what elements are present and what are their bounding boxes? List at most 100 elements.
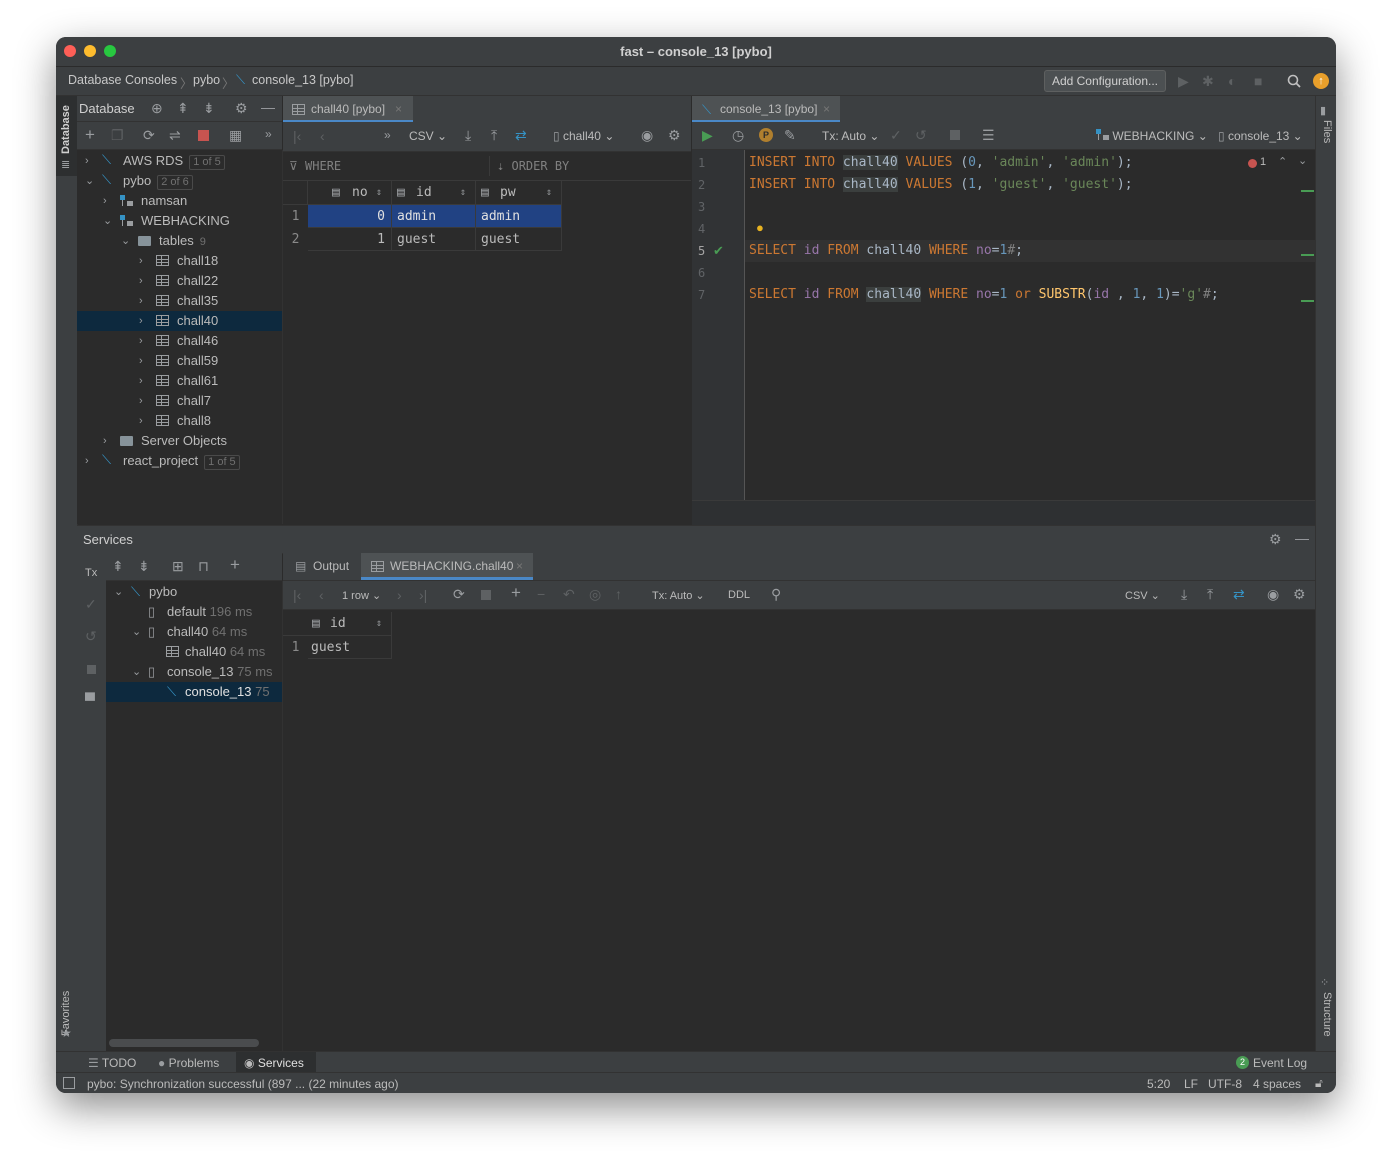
structure-tool-label[interactable]: Structure xyxy=(1321,992,1333,1037)
database-tool-label[interactable]: Database xyxy=(60,105,72,154)
chevron-right-icon[interactable]: › xyxy=(85,451,89,471)
download-icon[interactable]: ⤓ xyxy=(465,128,471,142)
rollback-icon[interactable]: ↺ xyxy=(85,629,97,643)
gear-icon[interactable]: ⚙ xyxy=(1269,532,1282,546)
services-tool-tab[interactable]: ◉ Services xyxy=(236,1052,316,1073)
error-count[interactable]: 1 xyxy=(1260,156,1266,168)
tree-item-chall22[interactable]: › chall22 xyxy=(77,271,282,291)
tab-webhacking-chall40[interactable]: WEBHACKING.chall40 × xyxy=(361,553,533,580)
submit-icon[interactable]: ↑ xyxy=(615,587,622,601)
order-by-filter[interactable]: ⇣ ORDER BY xyxy=(497,159,569,173)
compare-icon[interactable]: ⇄ xyxy=(515,128,527,142)
tree-item-chall40[interactable]: › chall40 xyxy=(77,311,282,331)
chevron-right-icon[interactable]: › xyxy=(139,271,143,291)
service-item-pybo[interactable]: ⌄ ⟍ pybo xyxy=(106,582,282,602)
tree-item-aws-rds[interactable]: › ⟍ AWS RDS 1 of 5 xyxy=(77,151,282,171)
expand-all-icon[interactable]: ⇞ xyxy=(112,559,124,573)
eye-icon[interactable]: ◉ xyxy=(641,128,653,142)
add-icon[interactable]: + xyxy=(85,126,95,143)
transaction-mode-selector[interactable]: Tx: Auto ⌄ xyxy=(822,129,879,143)
stop-icon[interactable]: ■ xyxy=(1254,74,1262,88)
problems-tool-tab[interactable]: ● Problems xyxy=(158,1056,219,1070)
chevron-right-icon[interactable]: › xyxy=(139,391,143,411)
execute-icon[interactable]: ▶ xyxy=(702,128,713,142)
event-log-tool-tab[interactable]: Event Log xyxy=(1253,1056,1307,1070)
group-icon[interactable]: ⊞ xyxy=(172,559,184,573)
breadcrumb-pybo[interactable]: pybo xyxy=(193,73,220,87)
service-item-console-13[interactable]: ⌄ ▯ console_13 75 ms xyxy=(106,662,282,682)
gear-icon[interactable]: ⚙ xyxy=(1293,587,1306,601)
close-tab-icon[interactable]: × xyxy=(395,96,402,123)
tree-item-pybo[interactable]: ⌄ ⟍ pybo 2 of 6 xyxy=(77,171,282,191)
service-item-console-13-run[interactable]: ⟍ console_13 75 xyxy=(106,682,282,702)
wrench-icon[interactable]: ✎ xyxy=(784,128,796,142)
table-icon[interactable]: ▦ xyxy=(229,128,242,142)
grid-cell-pw[interactable]: admin xyxy=(476,205,562,228)
row-number[interactable]: 1 xyxy=(283,205,308,228)
transaction-mode-selector[interactable]: Tx: Auto ⌄ xyxy=(652,589,705,602)
compare-icon[interactable]: ⇄ xyxy=(1233,587,1245,601)
collapse-all-icon[interactable]: ⇟ xyxy=(138,559,150,573)
next-highlight-icon[interactable]: ⌄ xyxy=(1298,154,1307,167)
lightbulb-icon[interactable]: ● xyxy=(756,220,764,235)
chevron-right-icon[interactable]: › xyxy=(139,351,143,371)
chevron-right-icon[interactable]: › xyxy=(139,311,143,331)
first-page-icon[interactable]: |‹ xyxy=(293,129,301,143)
grid-cell-id[interactable]: guest xyxy=(308,636,392,659)
tab-output[interactable]: ▤ Output xyxy=(283,553,359,580)
commit-icon[interactable]: ✓ xyxy=(890,128,902,142)
more-icon[interactable]: » xyxy=(384,128,391,142)
remove-row-icon[interactable]: − xyxy=(537,587,545,601)
format-selector[interactable]: CSV ⌄ xyxy=(1125,589,1160,602)
grid-cell-no[interactable]: 1 xyxy=(308,228,392,251)
tool-windows-icon[interactable] xyxy=(63,1077,75,1089)
chevron-down-icon[interactable]: ⌄ xyxy=(114,582,123,602)
collapse-all-icon[interactable]: ⇟ xyxy=(203,101,215,115)
expand-all-icon[interactable]: ⇞ xyxy=(177,101,189,115)
search-icon[interactable] xyxy=(1287,74,1301,88)
unlock-icon[interactable]: 🔓︎ xyxy=(1315,1076,1323,1091)
tree-item-server-objects[interactable]: › Server Objects xyxy=(77,431,282,451)
layout-icon[interactable]: ▀ xyxy=(85,693,95,707)
caret-position[interactable]: 5:20 xyxy=(1147,1077,1170,1091)
tree-item-chall7[interactable]: › chall7 xyxy=(77,391,282,411)
revert-icon[interactable]: ↶ xyxy=(563,587,575,601)
horizontal-scrollbar[interactable] xyxy=(109,1039,259,1047)
tree-item-chall59[interactable]: › chall59 xyxy=(77,351,282,371)
grid-cell-id[interactable]: guest xyxy=(392,228,476,251)
tree-item-namsan[interactable]: › namsan xyxy=(77,191,282,211)
sql-editor[interactable]: 1 2 3 4 5 6 7 ✔ INSERT INTO chall40 VALU… xyxy=(692,150,1315,525)
tree-item-chall18[interactable]: › chall18 xyxy=(77,251,282,271)
chevron-down-icon[interactable]: ⌄ xyxy=(132,662,141,682)
schema-selector[interactable]: WEBHACKING ⌄ xyxy=(1096,129,1208,143)
add-icon[interactable]: + xyxy=(230,556,240,573)
profile-icon[interactable]: P xyxy=(759,128,773,142)
refresh-icon[interactable]: ⟳ xyxy=(453,587,465,601)
next-page-icon[interactable]: › xyxy=(397,588,402,602)
stop-icon[interactable] xyxy=(87,665,96,674)
service-item-chall40[interactable]: ⌄ ▯ chall40 64 ms xyxy=(106,622,282,642)
column-header-id[interactable]: ▤ id ⇕ xyxy=(392,181,476,205)
line-separator[interactable]: LF xyxy=(1184,1077,1198,1091)
tree-item-chall46[interactable]: › chall46 xyxy=(77,331,282,351)
chevron-right-icon[interactable]: › xyxy=(103,191,107,211)
chevron-right-icon[interactable]: › xyxy=(139,411,143,431)
sort-icon[interactable]: ⇕ xyxy=(376,181,382,205)
grid-cell-pw[interactable]: guest xyxy=(476,228,562,251)
close-tab-icon[interactable]: × xyxy=(823,96,830,123)
ddl-button[interactable]: DDL xyxy=(728,589,750,601)
chevron-right-icon[interactable]: › xyxy=(139,371,143,391)
eye-icon[interactable]: ◉ xyxy=(1267,587,1279,601)
preview-icon[interactable]: ◎ xyxy=(589,587,601,601)
where-filter[interactable]: ⊽ WHERE xyxy=(289,159,341,173)
chevron-right-icon[interactable]: › xyxy=(139,291,143,311)
status-message[interactable]: pybo: Synchronization successful (897 ..… xyxy=(87,1077,399,1091)
commit-icon[interactable]: ✓ xyxy=(85,597,97,611)
chevron-right-icon[interactable]: › xyxy=(85,151,89,171)
previous-highlight-icon[interactable]: ⌃ xyxy=(1278,155,1287,168)
breadcrumb-console[interactable]: console_13 [pybo] xyxy=(252,73,353,87)
column-header-pw[interactable]: ▤ pw ⇕ xyxy=(476,181,562,205)
sort-icon[interactable]: ⇕ xyxy=(460,181,466,205)
column-header-id[interactable]: ▤ id ⇕ xyxy=(308,612,392,636)
row-number[interactable]: 1 xyxy=(283,636,308,659)
